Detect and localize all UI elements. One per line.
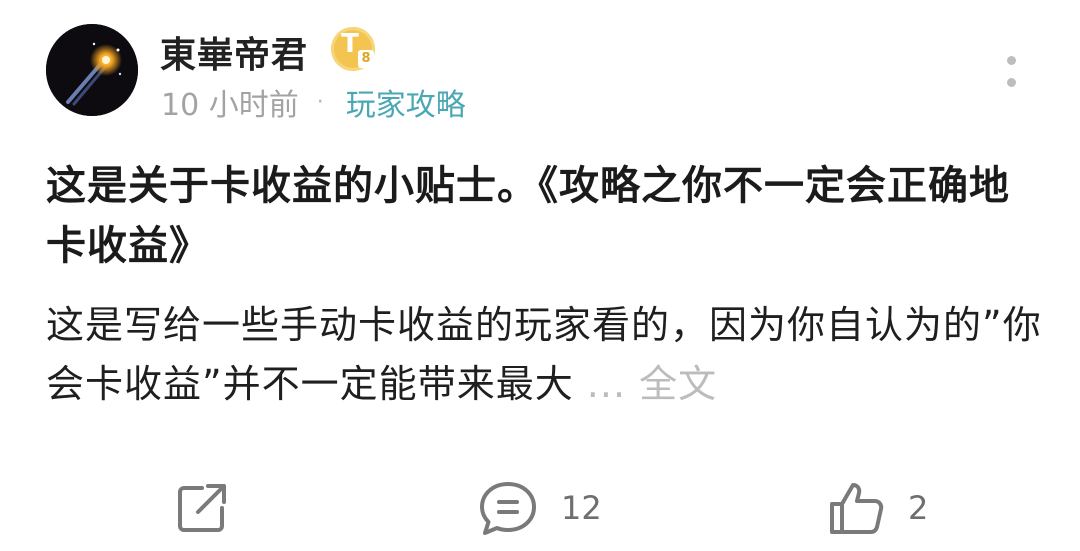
ellipsis: ... — [586, 362, 627, 406]
avatar[interactable] — [46, 24, 138, 116]
like-count: 2 — [908, 489, 929, 527]
badge-level: 8 — [358, 50, 374, 68]
comment-icon — [480, 482, 536, 535]
avatar-image — [46, 24, 138, 116]
post-time: 10 小时前 — [161, 88, 299, 123]
author-name[interactable]: 東崋帝君 — [160, 26, 308, 78]
post-meta: 10 小时前 · 玩家攻略 — [161, 80, 466, 124]
post-body-text: 这是写给一些手动卡收益的玩家看的，因为你自认为的”你会卡收益”并不一定能带来最大 — [46, 303, 1042, 406]
share-icon — [178, 484, 226, 532]
post-body[interactable]: 这是写给一些手动卡收益的玩家看的，因为你自认为的”你会卡收益”并不一定能带来最大… — [46, 296, 1046, 414]
share-button[interactable] — [172, 478, 232, 538]
comment-button[interactable]: 12 — [477, 478, 602, 538]
read-more-link[interactable]: 全文 — [639, 362, 717, 406]
meta-separator: · — [316, 89, 324, 115]
thumbs-up-icon — [830, 483, 884, 534]
more-options-icon[interactable] — [1001, 54, 1023, 90]
like-button[interactable]: 2 — [826, 478, 928, 538]
category-link[interactable]: 玩家攻略 — [346, 80, 466, 124]
user-level-badge: T 8 — [331, 27, 375, 71]
comment-count: 12 — [561, 489, 602, 527]
post-title[interactable]: 这是关于卡收益的小贴士。《攻略之你不一定会正确地卡收益》 — [46, 156, 1046, 276]
